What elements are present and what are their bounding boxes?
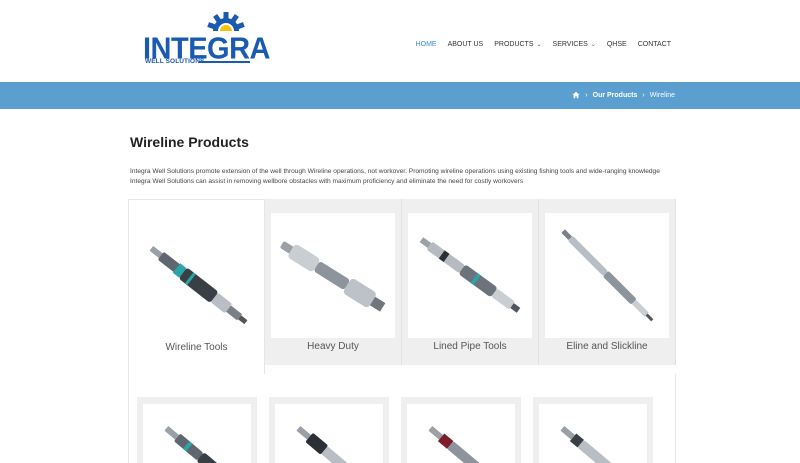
page-title: Wireline Products <box>130 134 249 150</box>
nav-services[interactable]: SERVICES ⌄ <box>553 41 596 48</box>
logo-subtitle: WELL SOLUTIONS <box>145 58 205 65</box>
nav-contact-label: CONTACT <box>637 41 671 48</box>
nav-products[interactable]: PRODUCTS ⌄ <box>494 41 541 48</box>
product-tabs: Wireline Tools Heavy Duty Lined Pipe Too… <box>128 199 676 374</box>
nav-about-label: ABOUT US <box>447 41 484 48</box>
integra-logo[interactable]: INTEGRA WELL SOLUTIONS <box>141 9 271 67</box>
tab-lined-pipe-tools[interactable]: Lined Pipe Tools <box>402 199 539 365</box>
tab-eline-slickline[interactable]: Eline and Slickline <box>539 199 676 365</box>
breadcrumb-current: Wireline <box>649 91 675 99</box>
tab-heavy-duty[interactable]: Heavy Duty <box>265 199 402 365</box>
nav-qhse-label: QHSE <box>606 41 627 48</box>
logo-underline <box>199 61 250 63</box>
product-card[interactable] <box>533 397 653 463</box>
wireline-tool-image <box>135 214 259 339</box>
product-card[interactable] <box>137 397 257 463</box>
breadcrumb: › Our Products › Wireline <box>572 91 675 99</box>
breadcrumb-bar: › Our Products › Wireline <box>0 82 800 109</box>
product-image <box>407 404 515 463</box>
tab-label: Eline and Slickline <box>566 341 648 352</box>
chevron-down-icon: ⌄ <box>536 41 542 48</box>
nav-home[interactable]: HOME <box>416 41 437 48</box>
main-nav: HOME ABOUT US PRODUCTS ⌄ SERVICES ⌄ QHSE… <box>416 41 671 48</box>
breadcrumb-separator: › <box>642 91 645 99</box>
tab-panel <box>128 374 676 463</box>
chevron-down-icon: ⌄ <box>590 41 596 48</box>
home-icon[interactable] <box>572 91 580 99</box>
tab-label: Lined Pipe Tools <box>433 341 507 352</box>
nav-contact[interactable]: CONTACT <box>638 41 671 48</box>
breadcrumb-separator: › <box>585 91 588 99</box>
tab-label: Heavy Duty <box>307 341 359 352</box>
nav-services-label: SERVICES <box>552 41 588 48</box>
nav-about-us[interactable]: ABOUT US <box>448 41 484 48</box>
product-image <box>143 404 251 463</box>
product-card[interactable] <box>269 397 389 463</box>
nav-qhse[interactable]: QHSE <box>607 41 627 48</box>
tab-label: Wireline Tools <box>165 342 228 353</box>
heavy-duty-tool-image <box>271 213 395 338</box>
nav-products-label: PRODUCTS <box>494 41 534 48</box>
product-image <box>539 404 647 463</box>
lined-pipe-tool-image <box>408 213 532 338</box>
breadcrumb-our-products[interactable]: Our Products <box>593 92 638 99</box>
eline-slickline-tool-image <box>545 213 669 338</box>
intro-text: Integra Well Solutions promote extension… <box>130 168 660 185</box>
site-header: INTEGRA WELL SOLUTIONS HOME ABOUT US PRO… <box>0 0 800 82</box>
product-image <box>275 404 383 463</box>
tab-wireline-tools[interactable]: Wireline Tools <box>128 199 265 374</box>
nav-home-label: HOME <box>415 41 437 48</box>
product-card[interactable] <box>401 397 521 463</box>
